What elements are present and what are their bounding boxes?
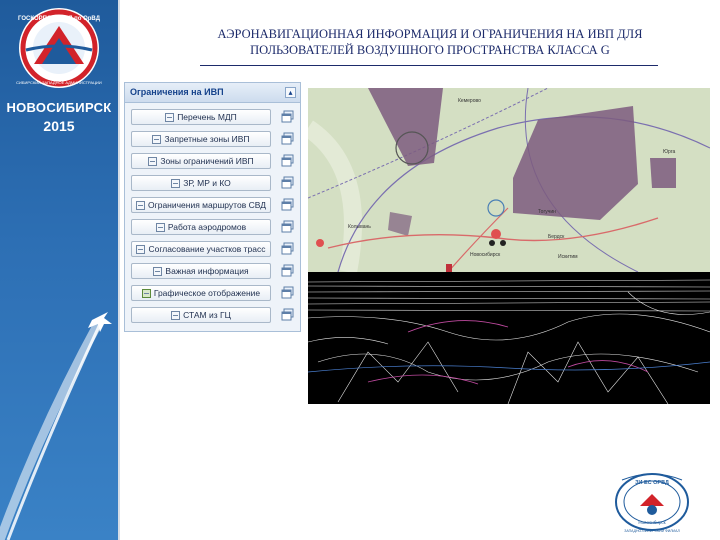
map-label-yurga: Юрга <box>663 149 676 155</box>
event-year: 2015 <box>43 118 75 134</box>
button-label: Работа аэродромов <box>167 222 247 232</box>
map-label-kemerovo: Кемерово <box>458 98 481 104</box>
panel-row: ЗР, МР и КО <box>131 175 294 191</box>
important-info-button[interactable]: Важная информация <box>131 263 271 279</box>
map-icon <box>141 288 151 298</box>
map-label-berdsk: Бердск <box>548 234 565 240</box>
table-icon <box>171 178 181 188</box>
table-icon <box>153 266 163 276</box>
emblem-letters: ЗИ ЕС ОРВД <box>635 480 669 486</box>
new-window-icon[interactable] <box>281 286 294 299</box>
new-window-icon[interactable] <box>281 242 294 255</box>
chevron-up-icon[interactable]: ▴ <box>285 87 296 98</box>
graphic-display-button[interactable]: Графическое отображение <box>131 285 271 301</box>
map-render-strip <box>308 272 710 404</box>
new-window-icon[interactable] <box>281 154 294 167</box>
logo-arc-text: ГОСКОРПОРАЦИЯ по ОрВД <box>18 16 101 22</box>
table-icon <box>171 310 181 320</box>
new-window-icon[interactable] <box>281 110 294 123</box>
panel-row: Перечень МДП <box>131 109 294 125</box>
mdp-list-button[interactable]: Перечень МДП <box>131 109 271 125</box>
route-coordination-button[interactable]: Согласование участков трасс <box>131 241 271 257</box>
table-icon <box>136 200 146 210</box>
prohibited-zones-button[interactable]: Запретные зоны ИВП <box>131 131 271 147</box>
title-line-2: ПОЛЬЗОВАТЕЛЕЙ ВОЗДУШНОГО ПРОСТРАНСТВА КЛ… <box>250 43 610 57</box>
zr-mr-ko-button[interactable]: ЗР, МР и КО <box>131 175 271 191</box>
panel-row: Важная информация <box>131 263 294 279</box>
new-window-icon[interactable] <box>281 132 294 145</box>
button-label: Зоны ограничений ИВП <box>160 156 254 166</box>
new-window-icon[interactable] <box>281 176 294 189</box>
map-label-kolyvan: Колывань <box>348 224 371 230</box>
table-icon <box>165 112 175 122</box>
page-title: АЭРОНАВИГАЦИОННАЯ ИНФОРМАЦИЯ И ОГРАНИЧЕН… <box>160 26 700 58</box>
panel-row: Ограничения маршрутов СВД <box>131 197 294 213</box>
button-label: Ограничения маршрутов СВД <box>148 200 266 210</box>
panel-row: Графическое отображение <box>131 285 294 301</box>
emblem-arc-text: ЗАПАДНО-СИБИРСКИЙ ФИЛИАЛ <box>624 529 680 533</box>
logo-sub-text: СИБИРСКИЙ ЗАПАДНОЕ АДМИНИСТРАЦИИ <box>16 80 102 85</box>
title-underline <box>200 65 658 66</box>
panel-row: Запретные зоны ИВП <box>131 131 294 147</box>
button-label: Графическое отображение <box>153 288 261 298</box>
emblem-city: Новосибирск <box>638 520 665 525</box>
organization-emblem: ЗИ ЕС ОРВД Новосибирск ЗАПАДНО-СИБИРСКИЙ… <box>615 473 689 533</box>
restricted-zones-button[interactable]: Зоны ограничений ИВП <box>131 153 271 169</box>
airspace-map[interactable]: Юрга Кемерово Новосибирск Колывань Бердс… <box>308 88 710 272</box>
ivp-restrictions-panel: Ограничения на ИВП ▴ Перечень МДП Запрет… <box>124 82 301 332</box>
panel-row: СТАМ из ГЦ <box>131 307 294 323</box>
corporation-logo: ГОСКОРПОРАЦИЯ по ОрВД СИБИРСКИЙ ЗАПАДНОЕ… <box>16 8 102 88</box>
new-window-icon[interactable] <box>281 198 294 211</box>
table-icon <box>136 244 146 254</box>
route-restrictions-button[interactable]: Ограничения маршрутов СВД <box>131 197 271 213</box>
button-label: ЗР, МР и КО <box>183 178 231 188</box>
branding-sidebar: ГОСКОРПОРАЦИЯ по ОрВД СИБИРСКИЙ ЗАПАДНОЕ… <box>0 0 118 540</box>
button-label: СТАМ из ГЦ <box>183 310 231 320</box>
map-label-novosibirsk: Новосибирск <box>470 252 501 258</box>
button-label: Важная информация <box>165 266 249 276</box>
map-label-toguchin: Тогучин <box>538 209 556 215</box>
title-line-1: АЭРОНАВИГАЦИОННАЯ ИНФОРМАЦИЯ И ОГРАНИЧЕН… <box>217 27 643 41</box>
panel-row: Зоны ограничений ИВП <box>131 153 294 169</box>
button-label: Запретные зоны ИВП <box>164 134 250 144</box>
map-label-iskitim: Искитим <box>558 254 578 260</box>
plane-icon <box>0 312 112 540</box>
stam-button[interactable]: СТАМ из ГЦ <box>131 307 271 323</box>
aerodromes-operation-button[interactable]: Работа аэродромов <box>131 219 271 235</box>
sidebar-divider <box>118 0 120 540</box>
table-icon <box>155 222 165 232</box>
panel-row: Согласование участков трасс <box>131 241 294 257</box>
button-label: Согласование участков трасс <box>148 244 266 254</box>
button-label: Перечень МДП <box>177 112 237 122</box>
table-icon <box>148 156 158 166</box>
table-icon <box>152 134 162 144</box>
panel-row: Работа аэродромов <box>131 219 294 235</box>
new-window-icon[interactable] <box>281 264 294 277</box>
city-name: НОВОСИБИРСК <box>6 100 112 115</box>
new-window-icon[interactable] <box>281 308 294 321</box>
new-window-icon[interactable] <box>281 220 294 233</box>
panel-title: Ограничения на ИВП <box>130 87 224 97</box>
panel-header: Ограничения на ИВП ▴ <box>125 83 300 103</box>
